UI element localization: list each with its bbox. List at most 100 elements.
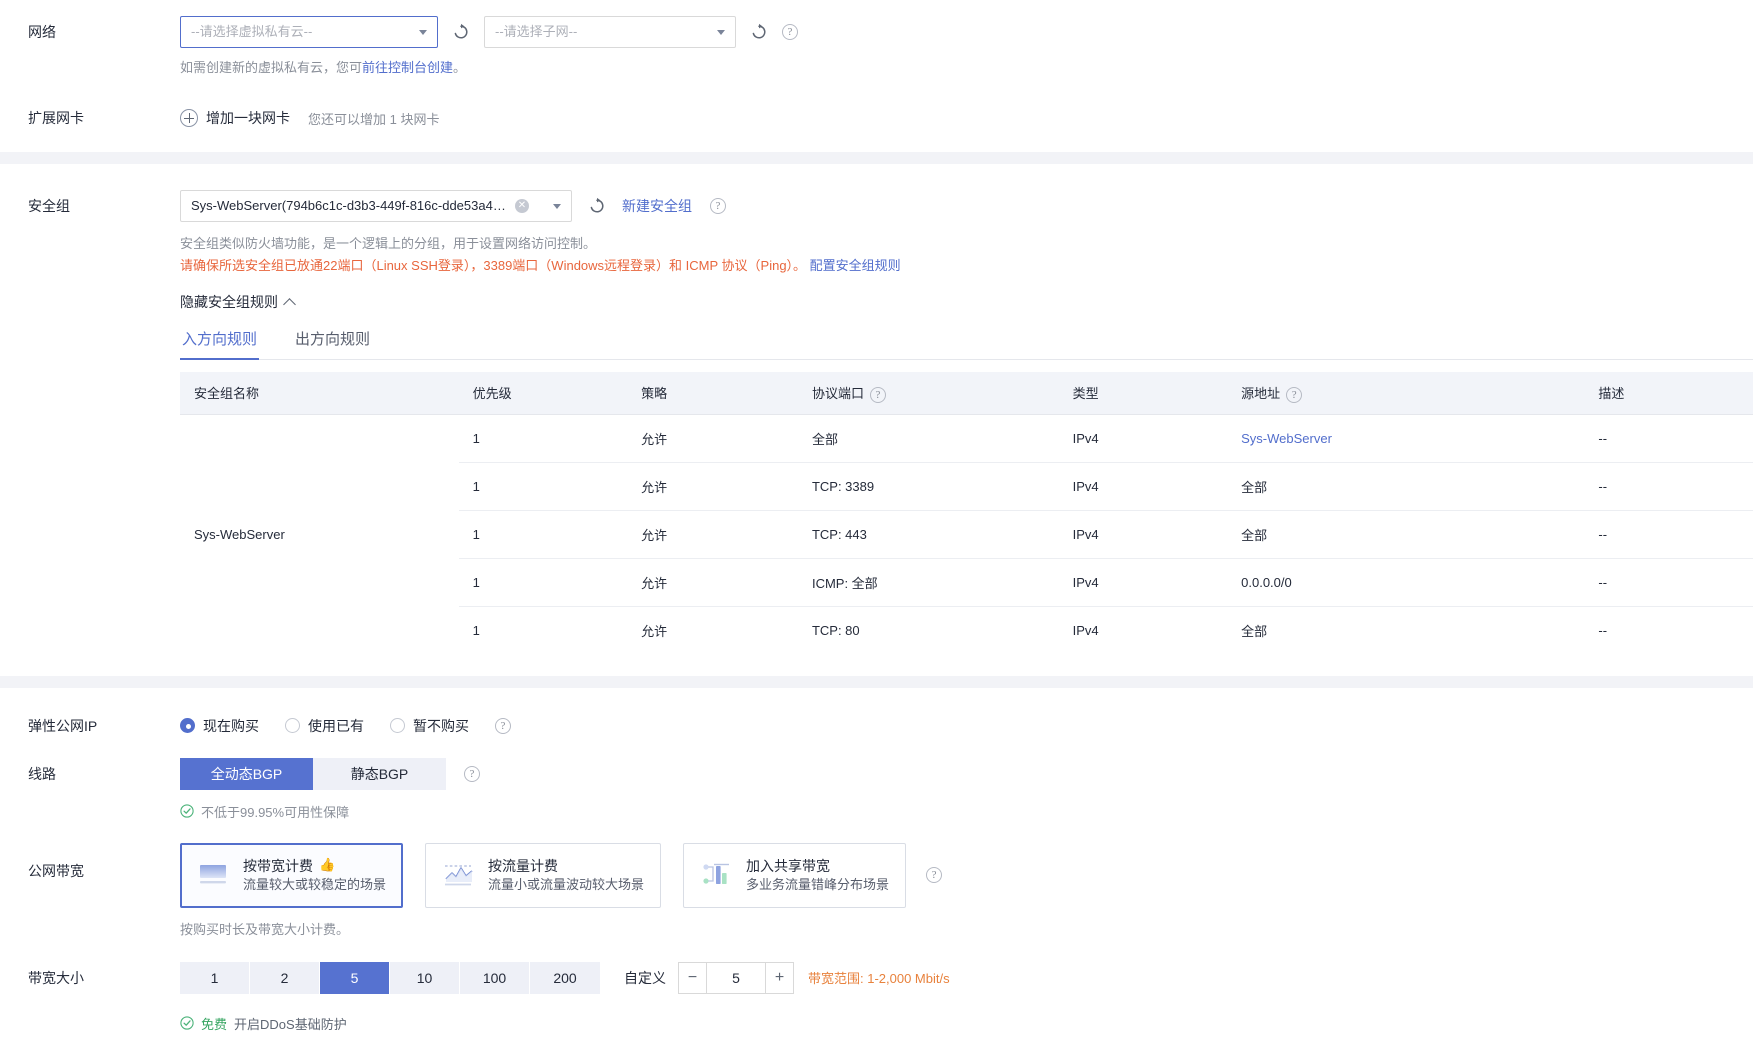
security-group-row: 安全组 Sys-WebServer(794b6c1c-d3b3-449f-816… — [0, 190, 1753, 654]
refresh-subnet-icon[interactable] — [750, 23, 768, 41]
chevron-down-icon — [717, 30, 725, 35]
ddos-note: 免费 开启DDoS基础防护 — [180, 1014, 1733, 1033]
bandwidth-billing-icon — [197, 860, 231, 890]
chevron-down-icon — [419, 30, 427, 35]
card-shared-bandwidth-subtitle: 多业务流量错峰分布场景 — [746, 876, 890, 892]
eip-option-buy-now[interactable]: 现在购买 — [180, 716, 259, 736]
create-vpc-link[interactable]: 前往控制台创建 — [362, 60, 453, 75]
source-cell: Sys-WebServer — [1227, 414, 1585, 463]
bandwidth-type-note: 按购买时长及带宽大小计费。 — [180, 921, 350, 937]
eip-help-icon[interactable]: ? — [495, 717, 511, 734]
protocol-port-cell: ICMP: 全部 — [797, 558, 1059, 607]
bandwidth-type-row: 公网带宽 按带宽计费 👍 流量较大或较稳定的场景 按流量计费 流量小或流量波动较… — [0, 842, 1753, 940]
line-help-icon[interactable]: ? — [464, 765, 480, 782]
security-group-description: 安全组类似防火墙功能，是一个逻辑上的分组，用于设置网络访问控制。 — [180, 236, 597, 251]
subnet-select[interactable]: --请选择子网-- — [484, 16, 736, 48]
configure-rules-link[interactable]: 配置安全组规则 — [810, 258, 901, 273]
card-bandwidth-billing-title-row: 按带宽计费 👍 — [243, 856, 386, 876]
new-security-group-link[interactable]: 新建安全组 — [622, 196, 692, 216]
plus-circle-icon[interactable] — [180, 109, 198, 127]
toggle-security-rules-label: 隐藏安全组规则 — [180, 294, 278, 310]
network-panel: 网络 --请选择虚拟私有云-- --请选择子网-- ? 如需创建新的虚拟私有云，… — [0, 0, 1753, 152]
bandwidth-size-label: 带宽大小 — [28, 969, 84, 986]
network-help-icon[interactable]: ? — [782, 24, 798, 40]
card-shared-bandwidth[interactable]: 加入共享带宽 多业务流量错峰分布场景 — [683, 842, 907, 908]
security-group-help-icon[interactable]: ? — [710, 198, 726, 214]
chevron-up-icon — [283, 297, 296, 311]
eip-row: 弹性公网IP 现在购买 使用已有 暂不购买 ? — [0, 710, 1753, 742]
refresh-security-group-icon[interactable] — [588, 197, 606, 215]
add-nic-note: 您还可以增加 1 块网卡 — [308, 111, 440, 127]
table-row: Sys-WebServer 1 允许 全部 IPv4 Sys-WebServer… — [180, 414, 1753, 542]
tab-outbound-rules[interactable]: 出方向规则 — [293, 324, 372, 359]
source-link[interactable]: Sys-WebServer — [1241, 431, 1332, 446]
card-traffic-billing[interactable]: 按流量计费 流量小或流量波动较大场景 — [425, 842, 662, 908]
th-source-label: 源地址 — [1241, 386, 1281, 401]
card-bandwidth-billing[interactable]: 按带宽计费 👍 流量较大或较稳定的场景 — [180, 842, 404, 908]
card-bandwidth-billing-text: 按带宽计费 👍 流量较大或较稳定的场景 — [243, 856, 386, 895]
refresh-vpc-icon[interactable] — [452, 23, 470, 41]
network-row: 网络 --请选择虚拟私有云-- --请选择子网-- ? 如需创建新的虚拟私有云，… — [0, 10, 1753, 78]
add-nic-label[interactable]: 增加一块网卡 — [206, 108, 290, 128]
bandwidth-preset-10[interactable]: 10 — [390, 961, 460, 994]
bandwidth-preset-2[interactable]: 2 — [250, 961, 320, 994]
table-header-row: 安全组名称 优先级 策略 协议端口? 类型 源地址? 描述 — [180, 372, 1753, 415]
th-source: 源地址? — [1227, 372, 1585, 415]
stepper-increment-button[interactable]: + — [765, 962, 793, 993]
line-option-static-bgp[interactable]: 静态BGP — [313, 757, 446, 790]
th-protocol-port: 协议端口? — [797, 372, 1059, 415]
type-cell: IPv4 — [1058, 558, 1228, 607]
thumbs-up-icon: 👍 — [319, 857, 336, 873]
check-circle-icon — [180, 1016, 194, 1030]
protocol-port-help-icon[interactable]: ? — [869, 386, 886, 403]
toggle-security-rules[interactable]: 隐藏安全组规则 — [180, 292, 296, 312]
security-rules-table: 安全组名称 优先级 策略 协议端口? 类型 源地址? 描述 Sys-WebSer… — [180, 372, 1753, 654]
protocol-port-cell: TCP: 443 — [797, 510, 1059, 559]
eip-option-not-buy[interactable]: 暂不购买 — [390, 716, 469, 736]
line-label: 线路 — [28, 765, 56, 782]
group-name-cell: Sys-WebServer — [194, 526, 285, 542]
security-group-warning: 请确保所选安全组已放通22端口（Linux SSH登录），3389端口（Wind… — [180, 256, 1753, 276]
line-segmented-control: 全动态BGP 静态BGP — [180, 757, 446, 790]
radio-dot-icon — [285, 718, 300, 734]
close-icon[interactable]: ✕ — [515, 199, 529, 213]
source-cell: 全部 — [1227, 462, 1585, 511]
th-group-name: 安全组名称 — [180, 372, 459, 415]
bandwidth-preset-100[interactable]: 100 — [460, 961, 530, 994]
bandwidth-preset-5[interactable]: 5 — [320, 961, 390, 994]
traffic-billing-icon — [442, 860, 476, 890]
policy-cell: 允许 — [627, 510, 798, 559]
extra-nic-label: 扩展网卡 — [28, 110, 84, 126]
eip-option-use-existing[interactable]: 使用已有 — [285, 716, 364, 736]
source-cell: 全部 — [1241, 623, 1268, 639]
network-label: 网络 — [28, 24, 56, 40]
eip-option-buy-now-label: 现在购买 — [203, 717, 259, 734]
card-traffic-billing-title: 按流量计费 — [488, 857, 559, 874]
type-cell: IPv4 — [1072, 622, 1099, 638]
vpc-select[interactable]: --请选择虚拟私有云-- — [180, 16, 438, 48]
radio-dot-icon — [180, 718, 195, 734]
bandwidth-type-help-icon[interactable]: ? — [926, 867, 943, 884]
th-priority: 优先级 — [458, 372, 628, 415]
priority-cell: 1 — [458, 414, 628, 463]
protocol-port-cell: TCP: 3389 — [797, 462, 1059, 511]
th-policy: 策略 — [627, 372, 798, 415]
card-shared-bandwidth-title: 加入共享带宽 — [746, 857, 831, 874]
security-group-select[interactable]: Sys-WebServer(794b6c1c-d3b3-449f-816c-dd… — [180, 190, 572, 222]
line-option-dynamic-bgp[interactable]: 全动态BGP — [180, 757, 313, 790]
bandwidth-preset-1[interactable]: 1 — [180, 961, 250, 994]
stepper-decrement-button[interactable]: − — [679, 962, 707, 993]
bandwidth-preset-200[interactable]: 200 — [530, 961, 600, 994]
source-help-icon[interactable]: ? — [1286, 386, 1303, 403]
extra-nic-row: 扩展网卡 增加一块网卡 您还可以增加 1 块网卡 — [0, 102, 1753, 134]
card-shared-bandwidth-text: 加入共享带宽 多业务流量错峰分布场景 — [746, 856, 889, 895]
description-cell: -- — [1584, 510, 1753, 559]
line-row: 线路 全动态BGP 静态BGP ? 不低于99.95%可用性保障 — [0, 757, 1753, 821]
tab-inbound-rules[interactable]: 入方向规则 — [180, 324, 260, 360]
check-circle-icon — [180, 804, 194, 818]
add-nic-control[interactable]: 增加一块网卡 您还可以增加 1 块网卡 — [180, 102, 1733, 134]
bandwidth-value-input[interactable] — [707, 962, 765, 993]
network-hint: 如需创建新的虚拟私有云，您可前往控制台创建。 — [180, 58, 1733, 78]
card-traffic-billing-text: 按流量计费 流量小或流量波动较大场景 — [488, 856, 644, 895]
security-group-select-value: Sys-WebServer(794b6c1c-d3b3-449f-816c-dd… — [191, 198, 528, 213]
